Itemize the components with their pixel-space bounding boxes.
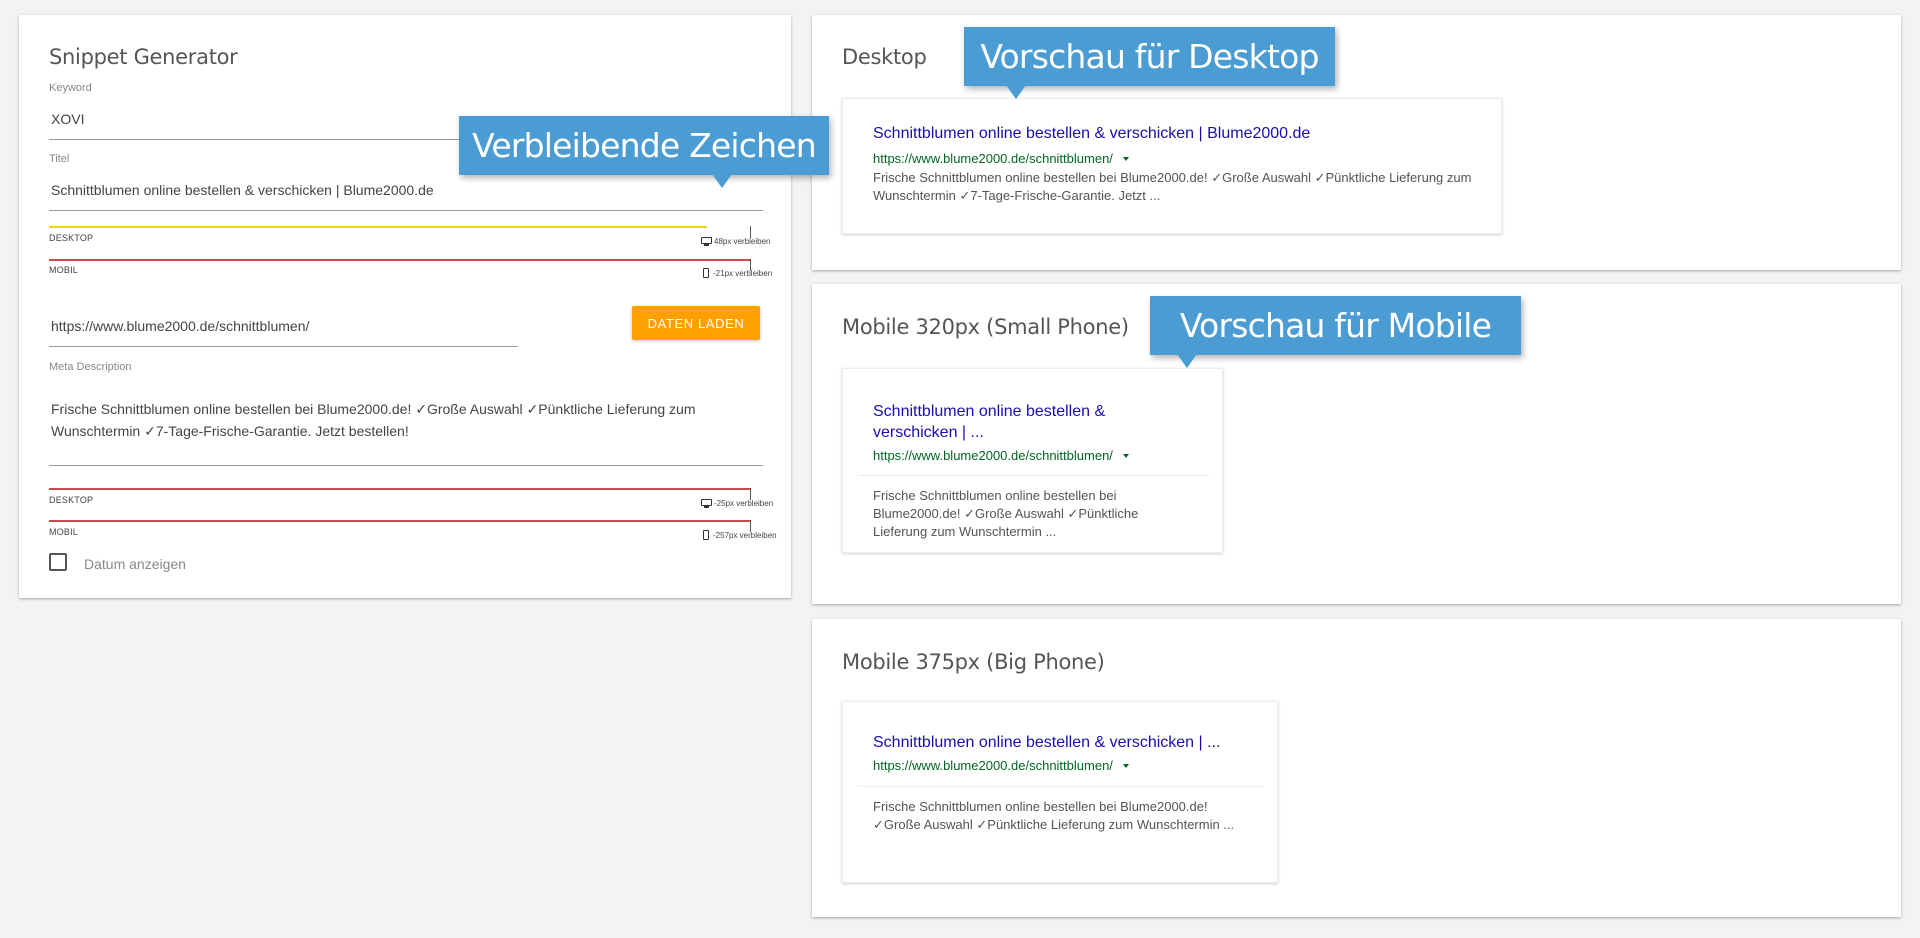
mobile-icon [703, 530, 709, 540]
title-desktop-remaining: 48px verbleiben [701, 237, 770, 246]
show-date-label[interactable]: Datum anzeigen [84, 556, 186, 572]
small-phone-serp-snippet: Schnittblumen online bestellen & verschi… [842, 368, 1223, 553]
url-input[interactable]: https://www.blume2000.de/schnittblumen/ [51, 318, 511, 334]
generator-title: Snippet Generator [49, 45, 238, 69]
serp-description: Frische Schnittblumen online bestellen b… [873, 170, 1472, 203]
callout-desktop-preview: Vorschau für Desktop [964, 27, 1335, 86]
serp-title[interactable]: Schnittblumen online bestellen & verschi… [873, 123, 1493, 144]
keyword-underline [49, 139, 469, 140]
serp-url-text: https://www.blume2000.de/schnittblumen/ [873, 758, 1113, 773]
big-phone-preview-card: Mobile 375px (Big Phone) Schnittblumen o… [812, 619, 1901, 917]
meta-description-input[interactable]: Frische Schnittblumen online bestellen b… [51, 398, 741, 442]
serp-title[interactable]: Schnittblumen online bestellen & verschi… [873, 401, 1153, 443]
caret-down-icon[interactable] [1122, 156, 1129, 161]
serp-url-text: https://www.blume2000.de/schnittblumen/ [873, 448, 1113, 463]
title-input[interactable]: Schnittblumen online bestellen & verschi… [51, 182, 741, 198]
big-phone-serp-snippet: Schnittblumen online bestellen & verschi… [842, 701, 1278, 883]
desktop-icon [701, 237, 712, 246]
meta-desktop-remaining: -25px verbleiben [701, 499, 773, 508]
desktop-serp-snippet: Schnittblumen online bestellen & verschi… [842, 98, 1502, 234]
meta-mobile-remaining-text: -257px verbleiben [713, 530, 777, 540]
callout-mobile-preview: Vorschau für Mobile [1150, 296, 1521, 355]
caret-down-icon[interactable] [1122, 453, 1129, 458]
serp-url: https://www.blume2000.de/schnittblumen/ [873, 758, 1129, 773]
title-desktop-meter [49, 226, 707, 228]
meta-description-label: Meta Description [49, 361, 132, 373]
mobile-icon [703, 268, 709, 278]
serp-divider [858, 786, 1264, 787]
meta-mobile-meter [49, 520, 751, 522]
desktop-preview-title: Desktop [842, 45, 927, 69]
serp-url: https://www.blume2000.de/schnittblumen/ [873, 151, 1129, 166]
caret-down-icon[interactable] [1122, 763, 1129, 768]
title-desktop-remaining-text: 48px verbleiben [714, 237, 771, 246]
load-data-button[interactable]: DATEN LADEN [632, 306, 760, 340]
small-phone-preview-title: Mobile 320px (Small Phone) [842, 315, 1129, 339]
serp-title[interactable]: Schnittblumen online bestellen & verschi… [873, 732, 1273, 753]
title-desktop-label: DESKTOP [49, 233, 94, 243]
meta-desktop-remaining-text: -25px verbleiben [714, 499, 774, 508]
show-date-checkbox[interactable] [49, 553, 67, 571]
serp-url: https://www.blume2000.de/schnittblumen/ [873, 448, 1129, 463]
callout-desktop-preview-tail [1006, 85, 1026, 99]
callout-mobile-preview-tail [1177, 354, 1197, 368]
meta-mobile-label: MOBIL [49, 527, 79, 537]
callout-remaining-chars: Verbleibende Zeichen [459, 116, 829, 175]
serp-description: Frische Schnittblumen online bestellen b… [873, 799, 1235, 832]
title-underline [49, 210, 763, 211]
meta-description-underline [49, 465, 763, 466]
url-underline [49, 346, 518, 347]
meta-mobile-remaining: -257px verbleiben [703, 530, 777, 540]
serp-description: Frische Schnittblumen online bestellen b… [873, 488, 1139, 539]
serp-url-text: https://www.blume2000.de/schnittblumen/ [873, 151, 1113, 166]
title-mobile-remaining-text: -21px verbleiben [713, 268, 773, 278]
meta-desktop-label: DESKTOP [49, 495, 94, 505]
title-label: Titel [49, 153, 70, 165]
callout-remaining-chars-tail [712, 174, 732, 188]
keyword-label: Keyword [49, 82, 92, 94]
serp-divider [858, 475, 1209, 476]
snippet-generator-card: Snippet Generator Keyword XOVI Titel Sch… [19, 15, 791, 598]
title-mobile-remaining: -21px verbleiben [703, 268, 772, 278]
keyword-input[interactable]: XOVI [51, 111, 471, 127]
desktop-icon [701, 499, 712, 508]
meta-desktop-meter [49, 488, 751, 490]
title-mobile-meter [49, 259, 751, 261]
big-phone-preview-title: Mobile 375px (Big Phone) [842, 650, 1105, 674]
title-mobile-label: MOBIL [49, 265, 79, 275]
